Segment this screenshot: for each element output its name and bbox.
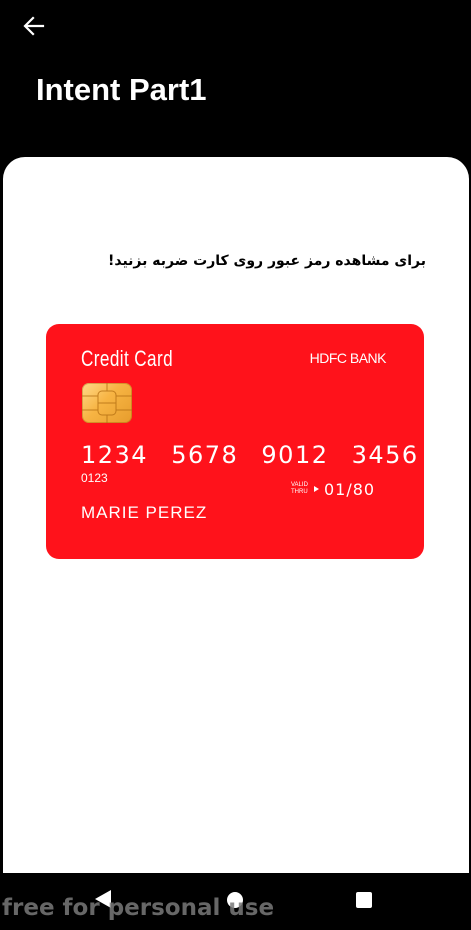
- card-holder: MARIE PEREZ: [81, 503, 208, 522]
- watermark-text: free for personal use: [2, 895, 275, 921]
- arrow-back-icon: [23, 16, 45, 36]
- bank-name: HDFC BANK: [309, 350, 387, 366]
- instruction-text: برای مشاهده رمز عبور روی کارت ضربه بزنید…: [107, 253, 426, 269]
- valid-arrow-icon: [314, 486, 319, 492]
- card-expiry: 01/80: [324, 480, 376, 499]
- valid-thru-label: VALID THRU: [291, 482, 308, 496]
- app-bar: Intent Part1: [0, 0, 471, 160]
- content-sheet: برای مشاهده رمز عبور روی کارت ضربه بزنید…: [3, 157, 469, 873]
- card-small-number: 0123: [81, 471, 108, 485]
- thru-label: THRU: [291, 489, 308, 495]
- chip-icon: [82, 383, 132, 423]
- page-title: Intent Part1: [36, 72, 207, 107]
- credit-card[interactable]: Credit Card HDFC BANK 1234 5678 9012 345…: [46, 324, 424, 559]
- back-button[interactable]: [20, 12, 48, 40]
- card-title: Credit Card: [81, 346, 174, 371]
- valid-label: VALID: [291, 482, 308, 488]
- card-number: 1234 5678 9012 3456: [81, 441, 419, 469]
- nav-recents-icon[interactable]: [356, 892, 372, 908]
